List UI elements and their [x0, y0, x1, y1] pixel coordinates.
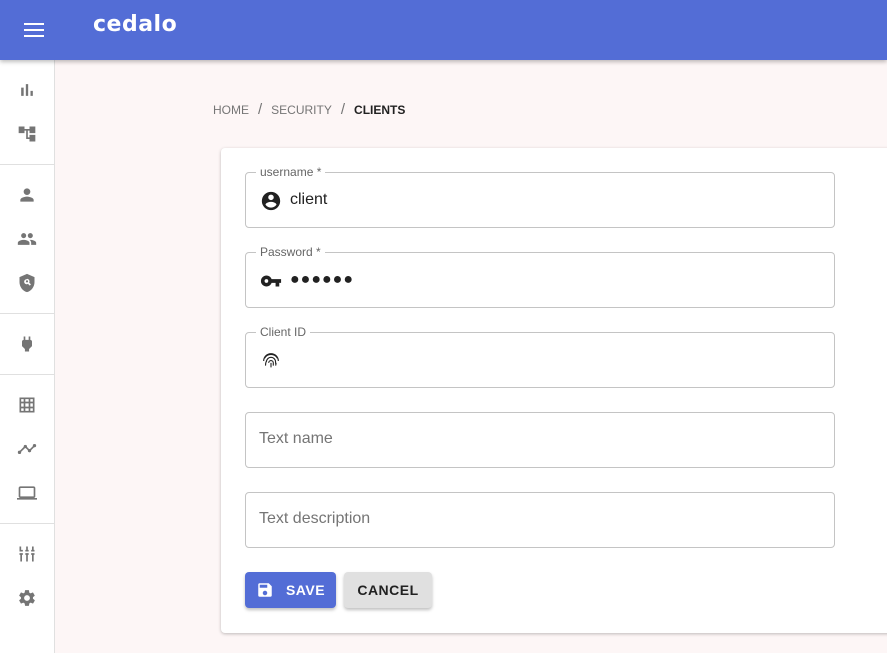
breadcrumb: HOME / SECURITY / CLIENTS — [213, 101, 405, 118]
cancel-button[interactable]: CANCEL — [344, 572, 432, 608]
person-icon — [20, 188, 34, 202]
group-icon — [17, 233, 37, 245]
account-circle-icon — [261, 191, 281, 211]
timeline-icon — [17, 444, 37, 454]
text-description-field[interactable] — [245, 492, 835, 548]
breadcrumb-home[interactable]: HOME — [213, 103, 249, 117]
breadcrumb-current: CLIENTS — [354, 102, 406, 117]
password-label: Password * — [256, 245, 325, 259]
password-field[interactable]: Password * ●●●●●● — [245, 245, 835, 308]
text-name-field[interactable] — [245, 412, 835, 468]
bar-chart-icon — [21, 84, 33, 96]
save-button[interactable]: SAVE — [245, 572, 336, 608]
username-input[interactable] — [290, 191, 810, 209]
client-id-input[interactable] — [290, 351, 810, 369]
breadcrumb-separator: / — [258, 101, 263, 118]
sidebar-item-topology[interactable] — [0, 112, 54, 156]
sidebar-item-roles[interactable] — [0, 261, 54, 305]
app-logo: cedalo — [93, 12, 178, 37]
client-id-label: Client ID — [256, 325, 311, 339]
sidebar-item-charts[interactable] — [0, 427, 54, 471]
password-input[interactable]: ●●●●●● — [290, 271, 810, 289]
client-id-field[interactable]: Client ID — [245, 325, 835, 388]
fingerprint-icon — [263, 353, 279, 368]
menu-icon — [24, 23, 44, 37]
tree-structure-icon — [18, 126, 36, 142]
username-label: username * — [256, 165, 326, 179]
sidebar — [0, 60, 55, 653]
sidebar-item-clients[interactable] — [0, 173, 54, 217]
grid-icon — [19, 397, 35, 413]
sidebar-item-config[interactable] — [0, 532, 54, 576]
plug-icon — [22, 336, 32, 352]
save-icon — [258, 583, 272, 597]
sidebar-group-system — [0, 524, 54, 628]
sidebar-item-connections[interactable] — [0, 322, 54, 366]
sidebar-group-data — [0, 375, 54, 524]
sidebar-item-groups[interactable] — [0, 217, 54, 261]
sidebar-item-streams[interactable] — [0, 383, 54, 427]
breadcrumb-security[interactable]: SECURITY — [271, 103, 332, 117]
text-name-input[interactable] — [259, 430, 819, 448]
app-bar: cedalo — [0, 0, 887, 60]
policy-shield-icon — [19, 273, 35, 293]
text-description-input[interactable] — [259, 510, 819, 528]
gear-icon — [19, 590, 35, 606]
save-label: SAVE — [285, 582, 326, 598]
breadcrumb-separator: / — [340, 101, 346, 118]
menu-button[interactable] — [18, 14, 50, 46]
username-field[interactable]: username * — [245, 165, 835, 228]
sidebar-group-overview — [0, 60, 54, 165]
cancel-label: CANCEL — [357, 582, 419, 598]
tune-icon — [19, 546, 35, 562]
sidebar-group-security — [0, 165, 54, 314]
sidebar-item-devices[interactable] — [0, 471, 54, 515]
sidebar-group-connections — [0, 314, 54, 375]
laptop-icon — [17, 486, 37, 500]
key-icon — [260, 275, 282, 287]
sidebar-item-dashboard[interactable] — [0, 68, 54, 112]
sidebar-item-settings[interactable] — [0, 576, 54, 620]
client-form-card: username * Password * ●●●●●● Client ID S… — [221, 148, 887, 633]
